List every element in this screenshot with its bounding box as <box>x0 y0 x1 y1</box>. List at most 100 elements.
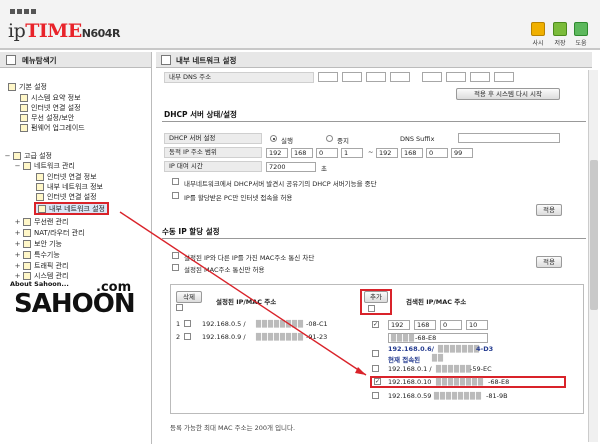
detected-row-ip: 192.168.0.59 <box>388 392 432 400</box>
dns-suffix-input[interactable] <box>458 133 560 143</box>
tree-internet-connection[interactable]: 인터넷 연결 설정 <box>36 192 97 202</box>
tree-special[interactable]: + 특수기능 <box>14 250 60 260</box>
entry-checkbox[interactable]: ✓ <box>372 321 379 328</box>
detected-row-mac-tail: -81-9B <box>486 392 508 400</box>
row-checkbox[interactable] <box>184 333 191 340</box>
scrollbar-thumb[interactable] <box>590 160 598 310</box>
home-icon[interactable] <box>531 22 545 36</box>
scrollbar[interactable] <box>588 70 598 442</box>
dhcp-apply-button[interactable]: 적용 <box>536 204 562 216</box>
collapse-icon[interactable]: − <box>14 162 21 170</box>
dns1-octet[interactable] <box>390 72 410 82</box>
detected-row-ip: 192.168.0.10 <box>388 378 432 386</box>
page-icon <box>161 55 171 65</box>
manual-apply-button[interactable]: 적용 <box>536 256 562 268</box>
tree-network-management[interactable]: − 네트워크 관리 <box>14 161 75 171</box>
expand-icon[interactable]: + <box>14 229 21 237</box>
brand-logo: ipTIMEN604R <box>8 20 120 42</box>
watermark: About Sahoon... .com SAHOON <box>10 280 136 320</box>
range-end-octet[interactable]: 192 <box>376 148 398 158</box>
settings-title: 내부 네트워크 설정 <box>156 52 592 68</box>
dns1-octet[interactable] <box>366 72 386 82</box>
detected-row-checkbox-checked[interactable]: ✓ <box>374 378 381 385</box>
blurred-mac: ████████ <box>256 333 304 341</box>
expand-icon[interactable]: + <box>14 251 21 259</box>
row-checkbox[interactable] <box>184 320 191 327</box>
range-end-octet[interactable]: 0 <box>426 148 448 158</box>
range-end-octet[interactable]: 168 <box>401 148 423 158</box>
range-start-octet[interactable]: 0 <box>316 148 338 158</box>
expand-icon[interactable]: + <box>14 240 21 248</box>
dns2-octet[interactable] <box>446 72 466 82</box>
max-mac-footer: 등록 가능한 최대 MAC 주소는 200개 입니다. <box>170 424 296 432</box>
tree-traffic[interactable]: + 트래픽 관리 <box>14 261 68 271</box>
detected-row-ip: 192.168.0.6/ <box>388 345 434 353</box>
detected-row-checkbox[interactable] <box>372 350 379 357</box>
manual-ip-section-title: 수동 IP 할당 설정 <box>162 227 220 236</box>
select-all-right-checkbox[interactable] <box>368 305 375 312</box>
dns2-octet[interactable] <box>470 72 490 82</box>
detected-row-ip: 192.168.0.1 / <box>388 365 432 373</box>
tree-nat-router[interactable]: + NAT/라우터 관리 <box>14 228 85 238</box>
range-end-octet[interactable]: 99 <box>451 148 473 158</box>
folder-icon <box>23 229 31 237</box>
tree-wireless-management[interactable]: + 무선랜 관리 <box>14 217 68 227</box>
dns-suffix-label: DNS Suffix <box>400 135 435 143</box>
tree-internet-info[interactable]: 인터넷 연결 정보 <box>36 172 97 182</box>
dns1-octet[interactable] <box>342 72 362 82</box>
tree-firmware-upgrade[interactable]: 펌웨어 업그레이드 <box>20 123 85 133</box>
page-icon <box>38 204 46 213</box>
dns2-octet[interactable] <box>422 72 442 82</box>
dhcp-range-label: 동적 IP 주소 범위 <box>164 147 262 158</box>
entry-ip-octet[interactable]: 0 <box>440 320 462 330</box>
save-icon[interactable] <box>553 22 567 36</box>
delete-button[interactable]: 삭제 <box>176 291 202 303</box>
range-separator: ~ <box>368 148 374 156</box>
tree-basic-settings[interactable]: 기본 설정 <box>8 82 47 92</box>
page-icon <box>20 124 28 132</box>
tree-wireless-security[interactable]: 무선 설정/보안 <box>20 113 74 123</box>
dhcp-section-title: DHCP 서버 상태/설정 <box>164 110 237 119</box>
dhcp-stop-radio[interactable] <box>326 135 333 142</box>
entry-mac-input[interactable]: ████-68-E8 <box>388 333 488 343</box>
detected-row-checkbox[interactable] <box>372 365 379 372</box>
dhcp-only-assigned-checkbox[interactable] <box>172 192 179 199</box>
tree-security[interactable]: + 보안 기능 <box>14 239 62 249</box>
collapse-icon[interactable]: − <box>4 152 11 160</box>
tree-internet-setup[interactable]: 인터넷 연결 설정 <box>20 103 81 113</box>
allow-only-mac-label: 설정된 MAC주소 통신만 허용 <box>184 266 265 274</box>
tree-advanced-settings[interactable]: − 고급 설정 <box>4 151 52 161</box>
expand-icon[interactable]: + <box>14 218 21 226</box>
allow-only-mac-checkbox[interactable] <box>172 264 179 271</box>
page-icon <box>20 114 28 122</box>
blurred-mac: ████████ <box>256 320 304 328</box>
entry-ip-octet[interactable]: 192 <box>388 320 410 330</box>
toolbar-label-home: 사시 <box>532 40 544 47</box>
tree-lan-info[interactable]: 내부 네트워크 정보 <box>36 182 103 192</box>
select-all-left-checkbox[interactable] <box>176 304 183 311</box>
help-icon[interactable] <box>574 22 588 36</box>
tree-system-summary[interactable]: 시스템 요약 정보 <box>20 93 81 103</box>
entry-ip-octet[interactable]: 168 <box>414 320 436 330</box>
folder-icon <box>13 152 21 160</box>
detected-row-checkbox[interactable] <box>372 392 379 399</box>
configured-row-ip: 192.168.0.9 / <box>202 333 246 341</box>
dhcp-server-label: DHCP 서버 설정 <box>164 133 262 144</box>
expand-icon[interactable]: + <box>14 262 21 270</box>
entry-ip-octet[interactable]: 10 <box>466 320 488 330</box>
dhcp-stop-on-detect-checkbox[interactable] <box>172 178 179 185</box>
add-button[interactable]: 추가 <box>364 291 388 303</box>
expand-icon[interactable]: + <box>14 272 21 280</box>
dhcp-run-radio[interactable] <box>270 135 277 142</box>
dns2-octet[interactable] <box>494 72 514 82</box>
watermark-big: SAHOON <box>14 289 136 319</box>
lease-input[interactable]: 7200 <box>266 162 316 172</box>
range-start-octet[interactable]: 1 <box>341 148 363 158</box>
folder-icon <box>23 262 31 270</box>
dns1-octet[interactable] <box>318 72 338 82</box>
apply-restart-button[interactable]: 적용 후 시스템 다시 시작 <box>456 88 560 100</box>
range-start-octet[interactable]: 192 <box>266 148 288 158</box>
block-mismatch-checkbox[interactable] <box>172 252 179 259</box>
tree-lan-settings-selected[interactable]: 내부 네트워크 설정 <box>34 202 109 215</box>
range-start-octet[interactable]: 168 <box>291 148 313 158</box>
